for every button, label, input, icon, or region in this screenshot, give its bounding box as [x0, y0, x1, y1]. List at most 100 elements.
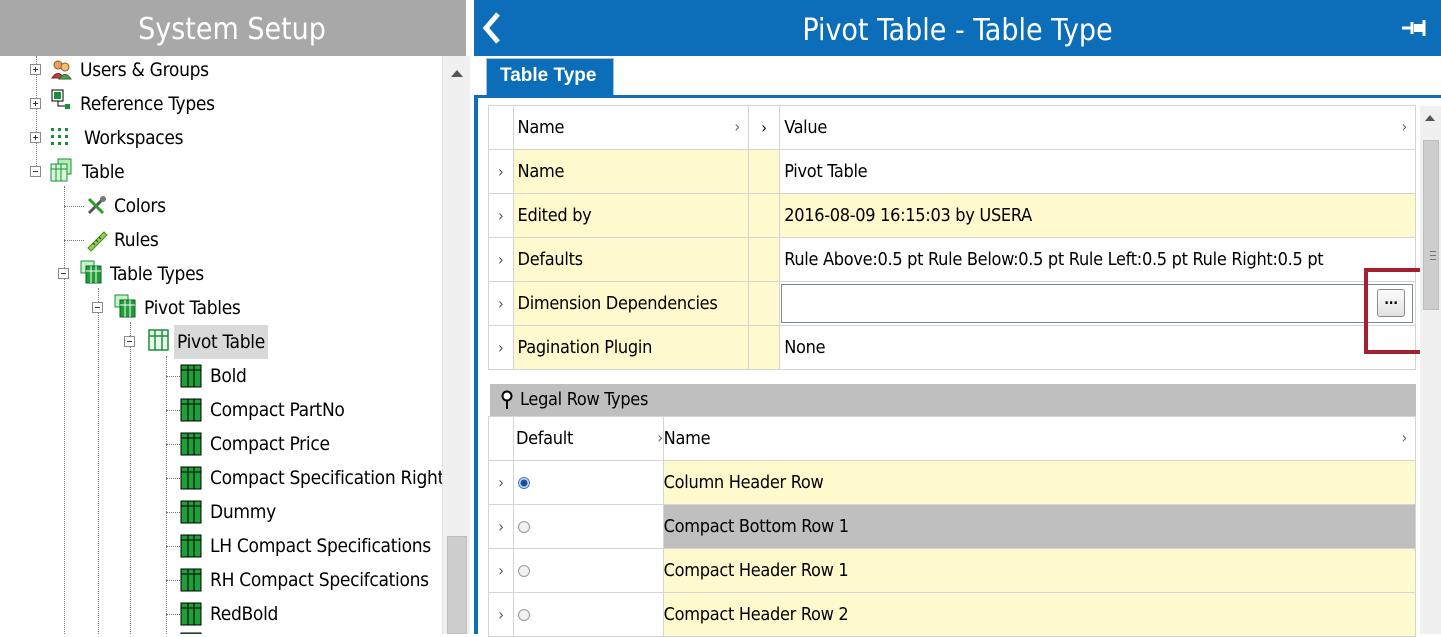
collapse-toggle[interactable] [124, 336, 135, 347]
tree-item-rules[interactable]: Rules [114, 223, 159, 257]
property-value[interactable]: Rule Above:0.5 pt Rule Below:0.5 pt Rule… [779, 237, 1416, 282]
pivot-table-icon [148, 329, 169, 351]
collapse-toggle[interactable] [58, 268, 69, 279]
editor-scrollbar[interactable] [1420, 106, 1441, 634]
scroll-up-arrow-icon[interactable] [1425, 115, 1435, 121]
tree-guide [166, 580, 180, 581]
property-value[interactable]: Pivot Table [779, 149, 1416, 194]
left-panel-title: System Setup [138, 12, 326, 47]
row-expand-icon[interactable]: › [488, 460, 514, 505]
legal-row-name: Compact Header Row 1 [662, 548, 1417, 593]
tree-item-compact-partno[interactable]: Compact PartNo [210, 393, 345, 427]
editor-panel: Pivot Table - Table Type Table Type Name… [474, 0, 1441, 637]
tree-scrollbar[interactable] [442, 56, 470, 634]
property-row[interactable]: › Edited by 2016-08-09 16:15:03 by USERA [488, 193, 1416, 238]
scroll-up-arrow-icon[interactable] [451, 70, 463, 77]
scrollbar-thumb[interactable] [447, 536, 467, 634]
property-value[interactable]: None [779, 325, 1416, 370]
dimension-dependencies-input[interactable] [781, 284, 1413, 323]
expand-toggle[interactable] [30, 64, 41, 75]
tree-item-colors[interactable]: Colors [114, 189, 166, 223]
legal-row-types-header: Legal Row Types [490, 384, 1416, 416]
collapse-toggle[interactable] [92, 302, 103, 313]
column-header-default[interactable]: Default › [512, 416, 664, 461]
column-header-name[interactable]: Name › [662, 416, 1417, 461]
properties-grid: Name › › Value › › Name Pivot Table › Edit… [488, 105, 1416, 370]
row-expand-icon[interactable]: › [488, 237, 514, 282]
row-expand-icon[interactable]: › [488, 592, 514, 637]
default-radio-cell[interactable] [512, 460, 664, 505]
property-row[interactable]: › Pagination Plugin None [488, 325, 1416, 370]
collapse-toggle[interactable] [30, 166, 41, 177]
editor-title-bar: Pivot Table - Table Type [474, 0, 1441, 56]
colors-tools-icon [87, 196, 106, 215]
tree-item-rh-compact-specifcations[interactable]: RH Compact Specifcations [210, 563, 429, 597]
tree-item-table-types[interactable]: Table Types [110, 257, 204, 291]
legal-row[interactable]: › Compact Header Row 1 [488, 548, 1417, 593]
default-radio[interactable] [517, 565, 530, 577]
workspaces-icon [51, 128, 68, 145]
pin-icon[interactable] [1401, 18, 1427, 38]
default-radio-cell[interactable] [512, 548, 664, 593]
property-name: Edited by [512, 193, 749, 238]
table-style-icon [180, 466, 202, 490]
column-header-name-label: Name [517, 117, 565, 138]
property-spacer [747, 237, 781, 282]
row-expand-icon[interactable]: › [488, 325, 514, 370]
tree-item-users-groups[interactable]: Users & Groups [80, 56, 209, 87]
property-row[interactable]: › Name Pivot Table [488, 149, 1416, 194]
default-radio-selected[interactable] [517, 477, 530, 489]
dimension-dependencies-cell[interactable]: ... [779, 281, 1416, 326]
tree-item-pivot-tables[interactable]: Pivot Tables [144, 291, 241, 325]
tree-item-lh-compact-specifications[interactable]: LH Compact Specifications [210, 529, 431, 563]
default-radio-cell[interactable] [512, 504, 664, 549]
default-radio[interactable] [517, 521, 530, 533]
scrollbar-thumb[interactable] [1423, 140, 1439, 310]
default-radio-cell[interactable] [512, 592, 664, 637]
tree-item-table[interactable]: Table [82, 155, 125, 189]
property-row[interactable]: › Defaults Rule Above:0.5 pt Rule Below:… [488, 237, 1416, 282]
table-style-icon [180, 500, 202, 524]
chevron-right-icon: › [747, 105, 781, 150]
tree-item-pivot-table[interactable]: Pivot Table [174, 325, 268, 359]
property-spacer [747, 325, 781, 370]
chevron-right-icon: › [1401, 428, 1408, 447]
row-expand-icon[interactable]: › [488, 193, 514, 238]
column-header-name[interactable]: Name › [512, 105, 749, 150]
chevron-right-icon: › [657, 428, 663, 447]
chevron-left-icon[interactable] [480, 8, 504, 48]
tree-item-bold[interactable]: Bold [210, 359, 247, 393]
row-expand-icon[interactable]: › [488, 548, 514, 593]
tree-guide [166, 478, 180, 479]
pivot-tables-icon [114, 294, 136, 318]
default-radio[interactable] [517, 609, 530, 621]
pushpin-icon[interactable] [500, 390, 514, 410]
legal-row-types-title: Legal Row Types [520, 389, 649, 410]
legal-row[interactable]: › Compact Header Row 2 [488, 592, 1417, 637]
column-header-default-label: Default [515, 428, 574, 449]
table-style-icon [180, 602, 202, 626]
expand-toggle[interactable] [30, 132, 41, 143]
tree-item-redbold[interactable]: RedBold [210, 597, 278, 631]
column-header-value[interactable]: Value › [779, 105, 1416, 150]
row-expand-icon[interactable]: › [488, 504, 514, 549]
tree-item-compact-price[interactable]: Compact Price [210, 427, 330, 461]
table-types-icon [80, 260, 102, 284]
legal-row[interactable]: › Column Header Row [488, 460, 1417, 505]
properties-header-row: Name › › Value › [488, 105, 1416, 150]
legal-row[interactable]: › Compact Bottom Row 1 [488, 504, 1417, 549]
tree-item-reference-types[interactable]: Reference Types [80, 87, 215, 121]
users-groups-icon [51, 60, 72, 80]
tree-item-dummy[interactable]: Dummy [210, 495, 276, 529]
tree-guide [166, 376, 180, 377]
tree-item-workspaces[interactable]: Workspaces [84, 121, 184, 155]
property-row[interactable]: › Dimension Dependencies ... [488, 281, 1416, 326]
tree-guide [98, 288, 99, 634]
row-expand-icon[interactable]: › [488, 149, 514, 194]
legal-header-row: Default › Name › [488, 416, 1417, 461]
tab-table-type[interactable]: Table Type [486, 58, 614, 95]
row-expand-icon[interactable]: › [488, 281, 514, 326]
tree-item-compact-specification-right[interactable]: Compact Specification Right [210, 461, 442, 495]
chevron-right-icon: › [1401, 117, 1408, 136]
expand-toggle[interactable] [30, 98, 41, 109]
